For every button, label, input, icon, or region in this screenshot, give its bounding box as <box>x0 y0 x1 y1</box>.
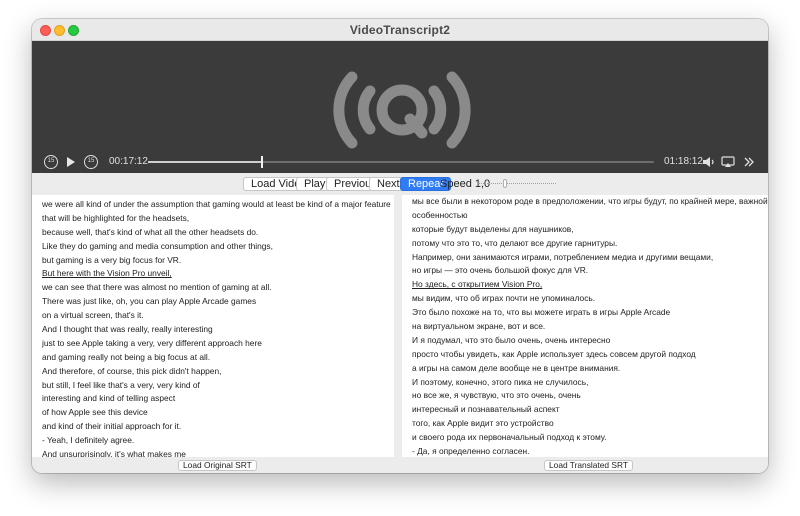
transcript-line[interactable]: мы все были в некотором роде в предполож… <box>412 195 768 209</box>
load-translated-srt-button[interactable]: Load Translated SRT <box>544 460 633 471</box>
original-transcript-panel[interactable]: · · · · · we were all kind of under the … <box>32 195 394 457</box>
window-title: VideoTranscript2 <box>349 23 451 37</box>
transcript-line[interactable]: особенностью <box>412 209 768 223</box>
progress-fill <box>148 161 263 163</box>
footer-bar: Load Original SRT Load Translated SRT <box>32 457 768 473</box>
original-transcript-lines: we were all kind of under the assumption… <box>42 198 391 457</box>
speed-slider[interactable] <box>478 179 556 188</box>
transcript-line[interactable]: and gaming really not being a big focus … <box>42 351 391 365</box>
speed-slider-knob[interactable] <box>503 179 508 188</box>
transcript-line[interactable]: There was just like, oh, you can play Ap… <box>42 295 391 309</box>
skip-forward-15-icon[interactable]: 15 <box>84 155 98 169</box>
transcript-line[interactable]: а игры на самом деле вообще не в центре … <box>412 362 768 376</box>
app-window: VideoTranscript2 15 15 00:17:12 01:18:12… <box>32 19 768 473</box>
transcript-line[interactable]: that will be highlighted for the headset… <box>42 212 391 226</box>
transcript-line[interactable]: но игры — это очень большой фокус для VR… <box>412 264 768 278</box>
transcript-line[interactable]: которые будут выделены для наушников, <box>412 223 768 237</box>
load-original-srt-button[interactable]: Load Original SRT <box>178 460 257 471</box>
transcript-line[interactable]: but gaming is a very big focus for VR. <box>42 254 391 268</box>
transcript-line[interactable]: - Да, я определенно согласен. <box>412 445 768 457</box>
transcript-line[interactable]: И я подумал, что это было очень, очень и… <box>412 334 768 348</box>
video-player[interactable]: 15 15 00:17:12 01:18:12 <box>32 41 768 173</box>
transcript-line[interactable]: потому что это то, что делают все другие… <box>412 237 768 251</box>
transcript-line[interactable]: - Yeah, I definitely agree. <box>42 434 391 448</box>
transcript-line[interactable]: мы видим, что об играх почти не упоминал… <box>412 292 768 306</box>
skip-back-15-icon[interactable]: 15 <box>44 155 58 169</box>
airplay-icon[interactable] <box>721 156 735 168</box>
transcript-line[interactable]: we were all kind of under the assumption… <box>42 198 391 212</box>
clipped-line: · · · · · <box>42 195 65 197</box>
title-bar: VideoTranscript2 <box>32 19 768 41</box>
current-time: 00:17:12 <box>109 156 148 167</box>
progress-track[interactable] <box>148 156 654 168</box>
transcript-line[interactable]: того, как Apple видит это устройство <box>412 417 768 431</box>
transcript-line[interactable]: and kind of their initial approach for i… <box>42 420 391 434</box>
podcast-q-logo-icon <box>333 71 471 149</box>
transcript-line[interactable]: And therefore, of course, this pick didn… <box>42 365 391 379</box>
transcript-line[interactable]: Но здесь, с открытием Vision Pro, <box>412 278 768 292</box>
translated-transcript-lines: мы все были в некотором роде в предполож… <box>412 195 768 457</box>
total-time: 01:18:12 <box>664 156 703 167</box>
transcript-line[interactable]: because well, that's kind of what all th… <box>42 226 391 240</box>
transcript-line[interactable]: But here with the Vision Pro unveil, <box>42 267 391 281</box>
transcript-line[interactable]: we can see that there was almost no ment… <box>42 281 391 295</box>
volume-icon[interactable] <box>702 156 716 168</box>
transcript-line[interactable]: And I thought that was really, really in… <box>42 323 391 337</box>
transcript-line[interactable]: just to see Apple taking a very, very di… <box>42 337 391 351</box>
transcript-line[interactable]: И поэтому, конечно, этого пика не случил… <box>412 376 768 390</box>
transcript-line[interactable]: интересный и познавательный аспект <box>412 403 768 417</box>
transcript-line[interactable]: of how Apple see this device <box>42 406 391 420</box>
transcript-line[interactable]: but still, I feel like that's a very, ve… <box>42 379 391 393</box>
transcript-line[interactable]: Это было похоже на то, что вы можете игр… <box>412 306 768 320</box>
transcript-line[interactable]: interesting and kind of telling aspect <box>42 392 391 406</box>
progress-knob[interactable] <box>261 156 264 168</box>
transcript-line[interactable]: на виртуальном экране, вот и все. <box>412 320 768 334</box>
play-icon[interactable] <box>66 156 76 168</box>
transcript-line[interactable]: просто чтобы увидеть, как Apple использу… <box>412 348 768 362</box>
playback-controls: 15 15 00:17:12 01:18:12 <box>32 151 768 173</box>
transcript-line[interactable]: on a virtual screen, that's it. <box>42 309 391 323</box>
transcript-line[interactable]: и своего рода их первоначальный подход к… <box>412 431 768 445</box>
transcript-line[interactable]: And unsurprisingly, it's what makes me <box>42 448 391 457</box>
toolbar: Load Video Play Previous Next Repeat Spe… <box>32 173 768 195</box>
transcript-line[interactable]: Например, они занимаются играми, потребл… <box>412 251 768 265</box>
translated-transcript-panel[interactable]: мы все были в некотором роде в предполож… <box>402 195 768 457</box>
transcript-line[interactable]: Like they do gaming and media consumptio… <box>42 240 391 254</box>
chevron-double-right-icon[interactable] <box>743 156 755 168</box>
transcript-line[interactable]: но все же, я чувствую, что это очень, оч… <box>412 389 768 403</box>
